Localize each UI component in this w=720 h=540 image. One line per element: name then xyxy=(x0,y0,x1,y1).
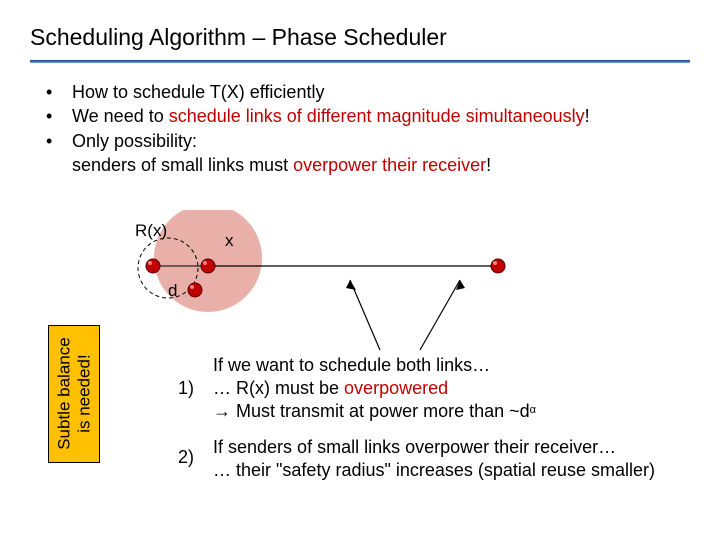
point-2-num: 2) xyxy=(178,446,208,469)
node-far xyxy=(491,259,505,273)
bullet-2-pre: We need to xyxy=(72,106,169,126)
bullet-3-sub: senders of small links must overpower th… xyxy=(72,153,491,177)
arrow-up-1 xyxy=(350,280,380,350)
point-1-num: 1) xyxy=(178,377,208,400)
bullet-dot: • xyxy=(46,80,58,104)
bullet-3-sub-pre: senders of small links must xyxy=(72,155,293,175)
point-2-l1: If senders of small links overpower thei… xyxy=(213,437,616,457)
point-1-l3-sup: α xyxy=(530,404,536,416)
bullet-dot: • xyxy=(46,129,58,153)
point-1-l3: Must transmit at power more than ~d xyxy=(236,401,530,421)
node-x xyxy=(201,259,215,273)
title-divider xyxy=(30,60,690,63)
bullet-2-red: schedule links of different magnitude si… xyxy=(169,106,585,126)
x-label: x xyxy=(225,231,234,250)
node-bottom xyxy=(188,283,202,297)
d-label: d xyxy=(168,281,177,300)
point-1-l2-pre: … R(x) must be xyxy=(213,378,344,398)
bullet-3-sub-red: overpower their receiver xyxy=(293,155,486,175)
balance-callout: Subtle balance is needed! xyxy=(48,325,100,463)
bullet-1: How to schedule T(X) efficiently xyxy=(72,80,324,104)
bullet-2: We need to schedule links of different m… xyxy=(72,104,590,128)
point-1-l2-red: overpowered xyxy=(344,378,448,398)
bullet-list: • How to schedule T(X) efficiently • We … xyxy=(46,80,590,177)
point-2-l2: … their "safety radius" increases (spati… xyxy=(213,460,655,480)
bullet-3-sub-post: ! xyxy=(486,155,491,175)
arrow-up-2 xyxy=(420,280,460,350)
point-1: 1) If we want to schedule both links… … … xyxy=(178,354,536,423)
rx-label: R(x) xyxy=(135,221,167,240)
page-title: Scheduling Algorithm – Phase Scheduler xyxy=(30,24,447,51)
node-left xyxy=(146,259,160,273)
bullet-3: Only possibility: xyxy=(72,129,197,153)
bullet-dot: • xyxy=(46,104,58,128)
bullet-2-post: ! xyxy=(585,106,590,126)
point-1-l1: If we want to schedule both links… xyxy=(213,355,490,375)
arrow-icon: → xyxy=(213,401,236,421)
balance-line2: is needed! xyxy=(74,355,93,433)
balance-line1: Subtle balance xyxy=(54,338,73,450)
point-2: 2) If senders of small links overpower t… xyxy=(178,436,655,482)
